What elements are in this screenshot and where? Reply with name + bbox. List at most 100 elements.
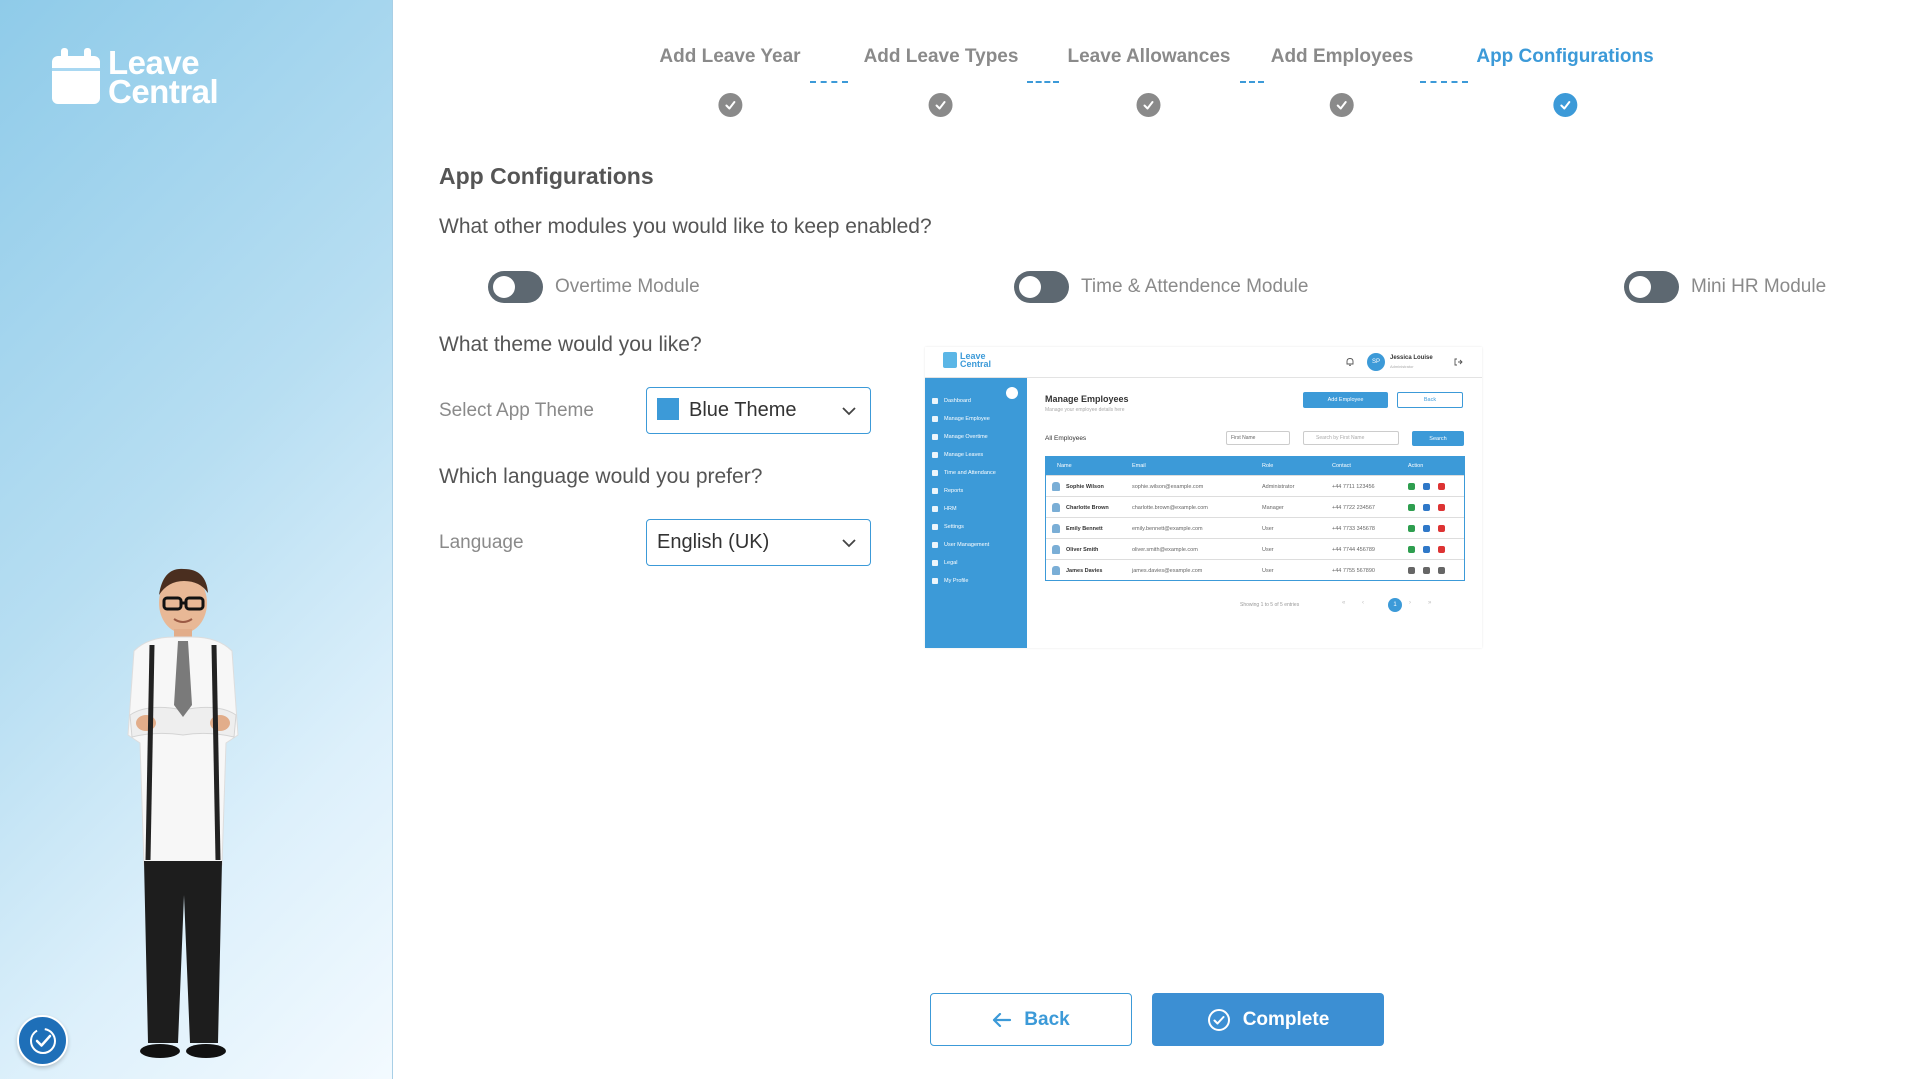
preview-nav-label: Settings xyxy=(944,524,964,530)
time-attendance-module-toggle[interactable]: Time & Attendence Module xyxy=(1014,271,1308,303)
preview-add-employee-button: Add Employee xyxy=(1303,392,1388,408)
chevron-down-icon xyxy=(842,406,856,415)
next-page-icon: › xyxy=(1409,600,1411,606)
language-question: Which language would you prefer? xyxy=(439,465,763,488)
language-field-label: Language xyxy=(439,532,524,553)
preview-nav-label: User Management xyxy=(944,542,990,548)
preview-table-header: Name Email Role Contact Action xyxy=(1046,457,1464,475)
mini-hr-module-toggle[interactable]: Mini HR Module xyxy=(1624,271,1826,303)
table-row: Oliver Smith oliver.smith@example.com Us… xyxy=(1046,538,1464,559)
delete-icon xyxy=(1438,483,1445,490)
users-icon xyxy=(932,416,938,422)
toggle-switch[interactable] xyxy=(488,271,543,303)
view-icon xyxy=(1408,546,1415,553)
preview-nav-label: HRM xyxy=(944,506,957,512)
cell-email: charlotte.brown@example.com xyxy=(1132,505,1208,511)
cell-contact: +44 7744 456789 xyxy=(1332,547,1375,553)
toggle-label: Mini HR Module xyxy=(1691,276,1827,297)
cell-name: Emily Bennett xyxy=(1066,526,1103,532)
brand-logo: Leave Central xyxy=(50,46,219,108)
toggle-switch[interactable] xyxy=(1014,271,1069,303)
column-header: Role xyxy=(1262,463,1274,469)
hrm-icon xyxy=(932,506,938,512)
calendar-logo-icon xyxy=(943,352,957,368)
complete-button[interactable]: Complete xyxy=(1152,993,1384,1046)
profile-icon xyxy=(932,578,938,584)
preview-current-page: 1 xyxy=(1388,598,1402,612)
preview-filter-select: First Name xyxy=(1226,431,1290,445)
dashboard-icon xyxy=(932,398,938,404)
cell-name: Charlotte Brown xyxy=(1066,505,1109,511)
preview-logo-line-2: Central xyxy=(960,359,992,369)
prev-page-icon: ‹ xyxy=(1362,600,1364,606)
table-row: Charlotte Brown charlotte.brown@example.… xyxy=(1046,496,1464,517)
preview-nav-label: My Profile xyxy=(944,578,969,584)
cell-email: emily.bennett@example.com xyxy=(1132,526,1203,532)
language-select-value: English (UK) xyxy=(657,531,770,553)
step-add-leave-year[interactable]: Add Leave Year xyxy=(659,46,801,117)
delete-icon xyxy=(1438,504,1445,511)
preview-back-button: Back xyxy=(1397,392,1463,408)
preview-nav-item: Legal xyxy=(932,560,957,566)
cell-name: James Davies xyxy=(1066,568,1103,574)
column-header: Email xyxy=(1132,463,1146,469)
cell-contact: +44 7722 234567 xyxy=(1332,505,1375,511)
theme-select-value: Blue Theme xyxy=(689,399,797,421)
step-label: Add Employees xyxy=(1270,46,1414,67)
delete-icon xyxy=(1438,567,1445,574)
step-app-configurations[interactable]: App Configurations xyxy=(1476,46,1654,117)
back-button-label: Back xyxy=(1024,1008,1070,1030)
step-add-leave-types[interactable]: Add Leave Types xyxy=(864,46,1018,117)
theme-select[interactable]: Blue Theme xyxy=(646,387,871,434)
view-icon xyxy=(1408,504,1415,511)
time-icon xyxy=(932,470,938,476)
preview-nav-item: Manage Employee xyxy=(932,416,990,422)
preview-nav-label: Manage Leaves xyxy=(944,452,984,458)
setup-stepper: Add Leave Year Add Leave Types Leave All… xyxy=(393,0,1919,130)
preview-list-title: All Employees xyxy=(1045,435,1087,442)
edit-icon xyxy=(1423,567,1430,574)
accessibility-button[interactable] xyxy=(17,1015,68,1066)
view-icon xyxy=(1408,483,1415,490)
delete-icon xyxy=(1438,525,1445,532)
preview-nav-label: Dashboard xyxy=(944,398,971,404)
user-icon xyxy=(1052,524,1060,533)
check-icon xyxy=(929,93,953,117)
cell-role: Manager xyxy=(1262,505,1284,511)
complete-button-label: Complete xyxy=(1242,1008,1330,1030)
first-page-icon: « xyxy=(1342,600,1346,606)
language-select[interactable]: English (UK) xyxy=(646,519,871,566)
user-icon xyxy=(1052,482,1060,491)
step-connector xyxy=(1240,81,1264,83)
brand-name: Leave Central xyxy=(108,46,219,108)
preview-nav-label: Manage Employee xyxy=(944,416,990,422)
theme-question: What theme would you like? xyxy=(439,333,702,356)
cell-role: User xyxy=(1262,547,1274,553)
step-label: Add Leave Year xyxy=(659,46,801,67)
delete-icon xyxy=(1438,546,1445,553)
check-icon xyxy=(1329,93,1354,117)
preview-nav-item: HRM xyxy=(932,506,957,512)
step-leave-allowances[interactable]: Leave Allowances xyxy=(1068,46,1230,117)
preview-nav-item: Manage Overtime xyxy=(932,434,988,440)
table-row: James Davies james.davies@example.com Us… xyxy=(1046,559,1464,580)
logout-icon xyxy=(1454,358,1463,366)
cell-email: james.davies@example.com xyxy=(1132,568,1203,574)
calendar-logo-icon xyxy=(52,48,100,104)
column-header: Action xyxy=(1408,463,1424,469)
user-management-icon xyxy=(932,542,938,548)
preview-nav-item: Manage Leaves xyxy=(932,452,983,458)
step-connector xyxy=(1420,81,1468,83)
gear-icon xyxy=(932,524,938,530)
bell-icon xyxy=(1346,358,1354,366)
overtime-module-toggle[interactable]: Overtime Module xyxy=(488,271,700,303)
edit-icon xyxy=(1423,546,1430,553)
edit-icon xyxy=(1423,525,1430,532)
back-button[interactable]: Back xyxy=(930,993,1132,1046)
toggle-switch[interactable] xyxy=(1624,271,1679,303)
preview-user-name: Jessica Louise xyxy=(1390,355,1433,361)
legal-icon xyxy=(932,560,938,566)
preview-nav-label: Reports xyxy=(944,488,964,494)
step-add-employees[interactable]: Add Employees xyxy=(1270,46,1414,117)
view-icon xyxy=(1408,525,1415,532)
